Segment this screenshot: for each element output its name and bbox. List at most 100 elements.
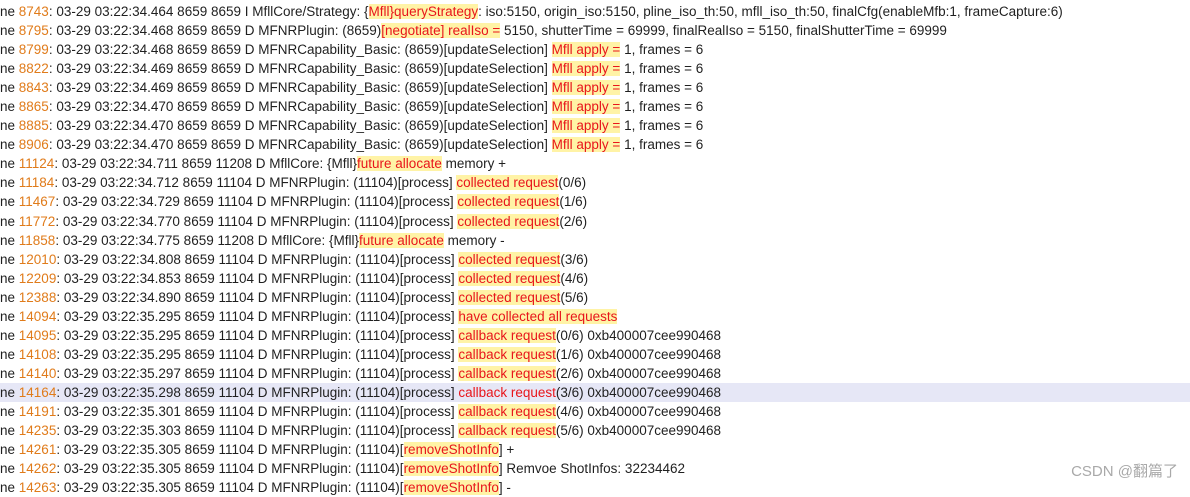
log-line[interactable]: ne 8865: 03-29 03:22:34.470 8659 8659 D … (0, 97, 1190, 116)
line-number: 14108 (18, 346, 57, 362)
log-line[interactable]: ne 11858: 03-29 03:22:34.775 8659 11208 … (0, 231, 1190, 250)
log-line[interactable]: ne 14108: 03-29 03:22:35.295 8659 11104 … (0, 345, 1190, 364)
log-text: : 03-29 03:22:34.808 8659 11104 D MFNRPl… (56, 251, 459, 267)
highlighted-text: [negotiate] realIso = (381, 23, 501, 39)
log-line[interactable]: ne 12388: 03-29 03:22:34.890 8659 11104 … (0, 288, 1190, 307)
highlighted-text: removeShotInfo (403, 442, 499, 458)
log-text: (3/6) (560, 251, 589, 267)
line-number: 8843 (18, 80, 49, 96)
log-text: ] - (498, 480, 511, 496)
line-number: 14140 (18, 365, 57, 381)
log-text: 1, frames = 6 (620, 61, 704, 77)
log-line[interactable]: ne 8906: 03-29 03:22:34.470 8659 8659 D … (0, 135, 1190, 154)
log-text: (1/6) (559, 194, 588, 210)
highlighted-text: collected request (458, 251, 561, 267)
log-text: (5/6) (560, 289, 589, 305)
line-prefix: ne (0, 61, 19, 77)
log-text: : 03-29 03:22:34.890 8659 11104 D MFNRPl… (56, 289, 459, 305)
highlighted-text: callback request (458, 365, 556, 381)
line-number: 8906 (18, 137, 49, 153)
highlighted-text: Mfll apply = (551, 80, 621, 96)
log-line[interactable]: ne 14191: 03-29 03:22:35.301 8659 11104 … (0, 402, 1190, 421)
line-prefix: ne (0, 99, 19, 115)
log-text: : 03-29 03:22:34.470 8659 8659 D MFNRCap… (48, 99, 552, 115)
log-text: : 03-29 03:22:34.770 8659 11104 D MFNRPl… (55, 213, 458, 229)
log-line[interactable]: ne 14164: 03-29 03:22:35.298 8659 11104 … (0, 382, 1190, 402)
log-line[interactable]: ne 11124: 03-29 03:22:34.711 8659 11208 … (0, 154, 1190, 173)
log-line[interactable]: ne 14262: 03-29 03:22:35.305 8659 11104 … (0, 459, 1190, 478)
line-number: 12010 (18, 251, 57, 267)
highlighted-text: collected request (457, 213, 560, 229)
log-line[interactable]: ne 11467: 03-29 03:22:34.729 8659 11104 … (0, 192, 1190, 211)
line-prefix: ne (0, 480, 19, 496)
log-text: : 03-29 03:22:35.305 8659 11104 D MFNRPl… (56, 461, 404, 477)
line-prefix: ne (0, 156, 19, 172)
line-number: 11124 (18, 156, 55, 172)
line-number: 12209 (18, 270, 57, 286)
log-line[interactable]: ne 8795: 03-29 03:22:34.468 8659 8659 D … (0, 21, 1190, 40)
line-prefix: ne (0, 137, 19, 153)
highlighted-text: Mfll}queryStrategy (368, 4, 479, 19)
log-line[interactable]: ne 8843: 03-29 03:22:34.469 8659 8659 D … (0, 78, 1190, 97)
log-line[interactable]: ne 8885: 03-29 03:22:34.470 8659 8659 D … (0, 116, 1190, 135)
log-line[interactable]: ne 12010: 03-29 03:22:34.808 8659 11104 … (0, 250, 1190, 269)
line-number: 14263 (18, 480, 57, 496)
log-text: (4/6) 0xb400007cee990468 (555, 403, 722, 419)
line-number: 14164 (18, 384, 57, 400)
log-text: : 03-29 03:22:35.301 8659 11104 D MFNRPl… (56, 403, 459, 419)
highlighted-text: collected request (458, 270, 561, 286)
log-line[interactable]: ne 8822: 03-29 03:22:34.469 8659 8659 D … (0, 59, 1190, 78)
line-prefix: ne (0, 213, 19, 229)
highlighted-text: removeShotInfo (403, 461, 499, 477)
line-number: 8795 (18, 23, 49, 39)
log-text: (4/6) (560, 270, 589, 286)
log-line[interactable]: ne 14094: 03-29 03:22:35.295 8659 11104 … (0, 307, 1190, 326)
line-prefix: ne (0, 346, 19, 362)
line-number: 11772 (18, 213, 56, 229)
highlighted-text: Mfll apply = (551, 42, 621, 58)
highlighted-text: Mfll apply = (551, 61, 621, 77)
log-text: : 03-29 03:22:35.305 8659 11104 D MFNRPl… (56, 480, 404, 496)
log-text: memory + (441, 156, 506, 172)
log-text: : 03-29 03:22:34.468 8659 8659 D MFNRPlu… (48, 23, 382, 39)
log-line[interactable]: ne 14140: 03-29 03:22:35.297 8659 11104 … (0, 364, 1190, 383)
log-line[interactable]: ne 12209: 03-29 03:22:34.853 8659 11104 … (0, 269, 1190, 288)
line-number: 14095 (18, 327, 57, 343)
line-prefix: ne (0, 4, 19, 19)
log-text: : 03-29 03:22:34.464 8659 8659 I MfllCor… (48, 4, 369, 19)
line-prefix: ne (0, 251, 19, 267)
line-prefix: ne (0, 403, 19, 419)
line-prefix: ne (0, 289, 19, 305)
log-line[interactable]: ne 11184: 03-29 03:22:34.712 8659 11104 … (0, 173, 1190, 192)
log-line[interactable]: ne 8743: 03-29 03:22:34.464 8659 8659 I … (0, 2, 1190, 21)
log-line[interactable]: ne 14095: 03-29 03:22:35.295 8659 11104 … (0, 326, 1190, 345)
log-text: (0/6) (558, 175, 587, 191)
line-number: 12388 (18, 289, 57, 305)
line-number: 14235 (18, 423, 57, 439)
highlighted-text: collected request (456, 175, 559, 191)
log-text: : 03-29 03:22:34.712 8659 11104 D MFNRPl… (54, 175, 457, 191)
log-text: 1, frames = 6 (620, 80, 704, 96)
highlighted-text: collected request (458, 289, 561, 305)
line-number: 8885 (18, 118, 49, 134)
log-line[interactable]: ne 14261: 03-29 03:22:35.305 8659 11104 … (0, 440, 1190, 459)
log-line[interactable]: ne 11772: 03-29 03:22:34.770 8659 11104 … (0, 212, 1190, 231)
log-text: : iso:5150, origin_iso:5150, pline_iso_t… (478, 4, 1063, 19)
line-prefix: ne (0, 118, 19, 134)
log-text: ] + (498, 442, 515, 458)
log-text: memory - (443, 232, 505, 248)
line-number: 14261 (18, 442, 57, 458)
log-text: : 03-29 03:22:35.303 8659 11104 D MFNRPl… (56, 423, 459, 439)
log-view[interactable]: ne 8743: 03-29 03:22:34.464 8659 8659 I … (0, 2, 1190, 497)
log-text: : 03-29 03:22:34.853 8659 11104 D MFNRPl… (56, 270, 459, 286)
line-prefix: ne (0, 232, 19, 248)
log-text: : 03-29 03:22:34.469 8659 8659 D MFNRCap… (48, 80, 552, 96)
log-line[interactable]: ne 14263: 03-29 03:22:35.305 8659 11104 … (0, 478, 1190, 497)
log-line[interactable]: ne 8799: 03-29 03:22:34.468 8659 8659 D … (0, 40, 1190, 59)
line-number: 11467 (18, 194, 56, 210)
log-text: (2/6) (559, 213, 588, 229)
log-text: (5/6) 0xb400007cee990468 (555, 423, 722, 439)
line-number: 8799 (18, 42, 49, 58)
log-line[interactable]: ne 14235: 03-29 03:22:35.303 8659 11104 … (0, 421, 1190, 440)
highlighted-text: callback request (458, 384, 556, 400)
